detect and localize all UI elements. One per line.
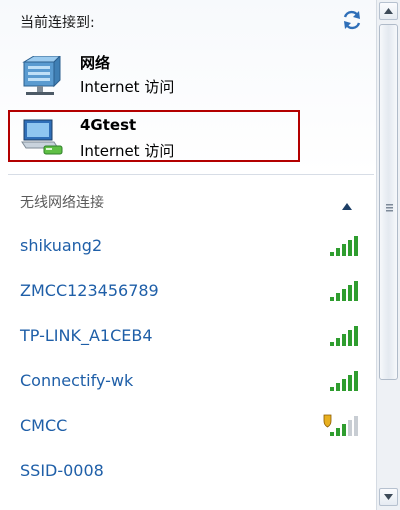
- signal-bar: [342, 289, 346, 301]
- signal-bar: [330, 342, 334, 346]
- network-ssid: CMCC: [20, 416, 68, 435]
- network-status: Internet 访问: [80, 142, 175, 160]
- signal-bar: [342, 244, 346, 256]
- grip-icon: [386, 197, 393, 212]
- wireless-network-item[interactable]: CMCC: [0, 404, 376, 448]
- signal-bars-icon: [322, 414, 358, 436]
- signal-bar: [354, 236, 358, 256]
- network-ssid: SSID-0008: [20, 461, 104, 480]
- signal-bar: [348, 285, 352, 301]
- signal-bar: [336, 428, 340, 436]
- wireless-network-item[interactable]: Connectify-wk: [0, 359, 376, 403]
- signal-bar: [348, 420, 352, 436]
- network-wired-icon: [20, 54, 66, 96]
- network-ssid: ZMCC123456789: [20, 281, 159, 300]
- refresh-icon[interactable]: [340, 8, 364, 32]
- signal-bars-icon: [322, 324, 358, 346]
- signal-bar: [354, 371, 358, 391]
- network-ssid: Connectify-wk: [20, 371, 134, 390]
- network-ssid: shikuang2: [20, 236, 103, 255]
- signal-bar: [336, 248, 340, 256]
- chevron-up-icon[interactable]: [342, 196, 352, 210]
- section-divider: [8, 174, 374, 175]
- scrollbar-thumb[interactable]: [379, 24, 398, 380]
- signal-bar: [354, 281, 358, 301]
- network-ssid: TP-LINK_A1CEB4: [20, 326, 153, 345]
- signal-bar: [330, 432, 334, 436]
- signal-bar: [342, 379, 346, 391]
- connected-area: 当前连接到: 网络 Internet 访问 4Gtest Internet 访问: [0, 0, 376, 174]
- signal-bar: [348, 330, 352, 346]
- network-flyout: 当前连接到: 网络 Internet 访问 4Gtest Internet 访问…: [0, 0, 376, 510]
- signal-bar: [348, 375, 352, 391]
- connected-header: 当前连接到:: [20, 15, 95, 31]
- wireless-network-item[interactable]: shikuang2: [0, 224, 376, 268]
- network-status: Internet 访问: [80, 78, 175, 96]
- scrollbar[interactable]: [376, 0, 400, 510]
- signal-bars-icon: [322, 234, 358, 256]
- network-modem-icon: [20, 118, 66, 158]
- signal-bars-icon: [322, 279, 358, 301]
- signal-bar: [336, 338, 340, 346]
- wireless-network-item[interactable]: SSID-0008: [0, 449, 376, 493]
- network-name: 网络: [80, 54, 111, 72]
- connected-network-2[interactable]: 4Gtest Internet 访问: [8, 110, 300, 162]
- wireless-network-item[interactable]: TP-LINK_A1CEB4: [0, 314, 376, 358]
- signal-bar: [330, 297, 334, 301]
- signal-bar: [354, 416, 358, 436]
- signal-bar: [354, 326, 358, 346]
- connected-network-1[interactable]: 网络 Internet 访问: [18, 52, 304, 102]
- signal-bar: [336, 383, 340, 391]
- signal-bars-icon: [322, 459, 358, 481]
- signal-bar: [342, 424, 346, 436]
- scroll-up-button[interactable]: [379, 2, 398, 20]
- signal-bar: [330, 252, 334, 256]
- shield-icon: [323, 414, 332, 428]
- signal-bar: [336, 293, 340, 301]
- signal-bar: [342, 334, 346, 346]
- signal-bar: [330, 387, 334, 391]
- wireless-section-title: 无线网络连接: [20, 195, 104, 211]
- network-name: 4Gtest: [80, 116, 137, 134]
- scroll-down-button[interactable]: [379, 488, 398, 506]
- wireless-network-item[interactable]: ZMCC123456789: [0, 269, 376, 313]
- signal-bar: [348, 240, 352, 256]
- signal-bars-icon: [322, 369, 358, 391]
